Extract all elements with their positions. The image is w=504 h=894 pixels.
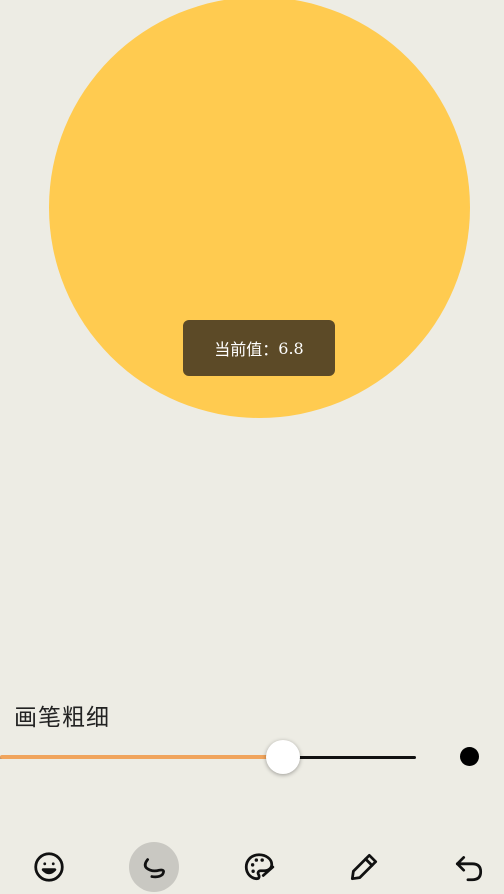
- palette-button[interactable]: [234, 842, 284, 892]
- pencil-button[interactable]: [339, 842, 389, 892]
- pencil-icon: [350, 853, 378, 881]
- emoji-button[interactable]: [24, 842, 74, 892]
- drawing-canvas[interactable]: 当前值： 6.8: [0, 0, 504, 680]
- brush-size-title: 画笔粗细: [14, 705, 110, 731]
- tooltip-label: 当前值：: [214, 340, 279, 359]
- slider-thumb[interactable]: [266, 740, 300, 774]
- slider-fill: [0, 755, 283, 759]
- value-tooltip: 当前值： 6.8: [183, 320, 335, 376]
- freehand-curve-icon: [143, 858, 165, 879]
- emoji-icon: [34, 852, 64, 882]
- palette-icon: [244, 853, 275, 881]
- freehand-button[interactable]: [129, 842, 179, 892]
- undo-icon: [455, 856, 483, 882]
- brush-size-preview-dot: [460, 747, 479, 766]
- bottom-toolbar: [0, 838, 504, 894]
- brush-size-slider[interactable]: [0, 740, 416, 774]
- undo-button[interactable]: [444, 842, 494, 892]
- tooltip-value: 6.8: [278, 338, 304, 358]
